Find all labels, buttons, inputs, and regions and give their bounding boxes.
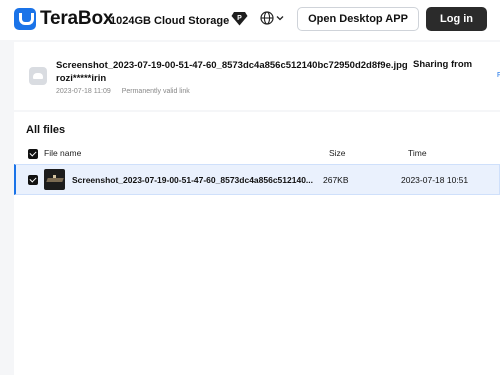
chevron-down-icon: [276, 16, 284, 21]
file-row-checkbox[interactable]: [28, 175, 38, 185]
brand-name: TeraBox: [40, 8, 114, 29]
all-files-heading: All files: [26, 124, 66, 136]
files-panel: All files File name Size Time Screenshot…: [14, 112, 500, 375]
top-header: TeraBox 1024GB Cloud Storage P Open Desk…: [0, 0, 500, 40]
share-owner: rozi*****irin: [56, 73, 107, 84]
shared-file-title: Screenshot_2023-07-19-00-51-47-60_8573dc…: [56, 59, 416, 85]
language-selector[interactable]: [260, 11, 284, 25]
image-thumbnail: [44, 169, 65, 190]
cloud-file-icon: [29, 67, 47, 85]
file-row-size: 267KB: [323, 175, 349, 185]
sharing-from-label: Sharing from: [413, 59, 473, 70]
terabox-logo[interactable]: TeraBox: [14, 8, 113, 30]
terabox-logo-icon: [14, 8, 36, 30]
p-diamond-icon[interactable]: P: [231, 11, 248, 26]
column-file-name[interactable]: File name: [44, 148, 81, 158]
svg-text:P: P: [237, 15, 242, 22]
storage-label: 1024GB Cloud Storage: [110, 15, 230, 27]
share-validity: Permanently valid link: [121, 88, 190, 95]
file-row[interactable]: Screenshot_2023-07-19-00-51-47-60_8573dc…: [14, 164, 500, 195]
select-all-checkbox[interactable]: [28, 149, 38, 159]
shared-file-name: Screenshot_2023-07-19-00-51-47-60_8573dc…: [56, 60, 408, 71]
column-size[interactable]: Size: [329, 148, 346, 158]
share-date: 2023-07-18 11:09: [56, 88, 111, 95]
login-button[interactable]: Log in: [426, 7, 487, 31]
file-row-time: 2023-07-18 10:51: [401, 175, 469, 185]
share-meta: 2023-07-18 11:09 Permanently valid link: [56, 88, 199, 95]
share-info-card: Screenshot_2023-07-19-00-51-47-60_8573dc…: [14, 42, 500, 110]
globe-icon: [260, 11, 274, 25]
open-desktop-app-button[interactable]: Open Desktop APP: [297, 7, 419, 31]
column-time[interactable]: Time: [408, 148, 427, 158]
file-row-name[interactable]: Screenshot_2023-07-19-00-51-47-60_8573dc…: [72, 175, 318, 185]
